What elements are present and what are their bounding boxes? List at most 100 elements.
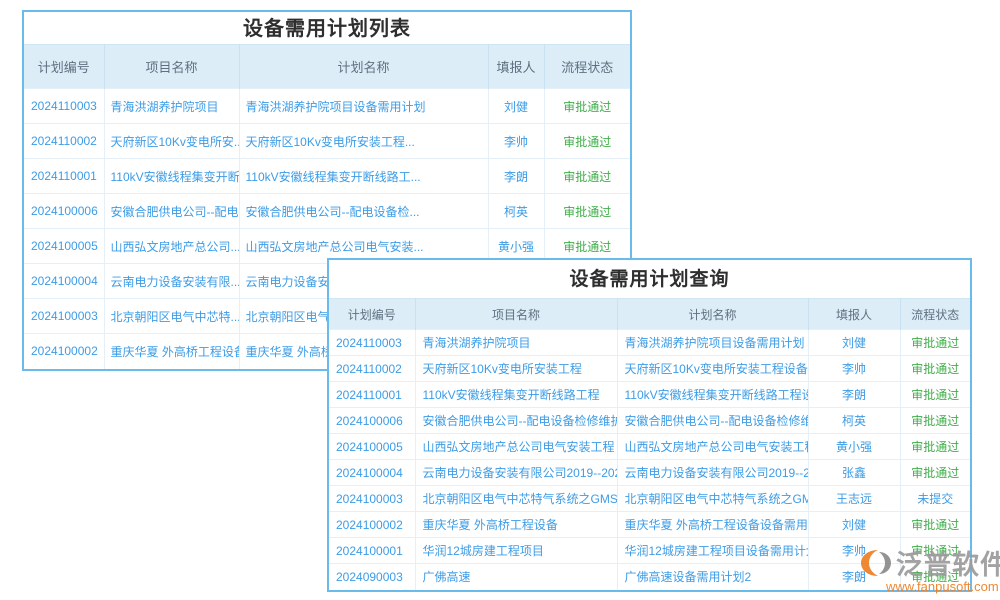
cell-project-name[interactable]: 天府新区10Kv变电所安装工程 xyxy=(415,356,617,382)
cell-project-name[interactable]: 山西弘文房地产总公司电气安装工程 xyxy=(415,434,617,460)
cell-plan-name[interactable]: 重庆华夏 外高桥工程设备设备需用计划 xyxy=(617,512,808,538)
header-row: 计划编号项目名称计划名称填报人流程状态 xyxy=(329,299,970,330)
cell-project-name[interactable]: 山西弘文房地产总公司... xyxy=(104,229,239,264)
cell-reporter: 李朗 xyxy=(808,382,900,408)
cell-status[interactable]: 审批通过 xyxy=(900,434,970,460)
cell-plan-name[interactable]: 华润12城房建工程项目设备需用计划2 xyxy=(617,538,808,564)
cell-project-name[interactable]: 北京朝阳区电气中芯特... xyxy=(104,299,239,334)
cell-project-name[interactable]: 重庆华夏 外高桥工程设备 xyxy=(415,512,617,538)
plan-query-title: 设备需用计划查询 xyxy=(329,260,970,298)
cell-plan-id[interactable]: 2024100003 xyxy=(329,486,415,512)
table-row[interactable]: 2024100006安徽合肥供电公司--配电设备检修维护安徽合肥供电公司--配电… xyxy=(329,408,970,434)
table-row[interactable]: 2024110003青海洪湖养护院项目青海洪湖养护院项目设备需用计划刘健审批通过 xyxy=(24,89,630,124)
cell-plan-id[interactable]: 2024110003 xyxy=(24,89,104,124)
cell-status[interactable]: 审批通过 xyxy=(900,460,970,486)
cell-plan-id[interactable]: 2024100006 xyxy=(329,408,415,434)
cell-status[interactable]: 审批通过 xyxy=(544,89,630,124)
cell-project-name[interactable]: 华润12城房建工程项目 xyxy=(415,538,617,564)
page: 设备需用计划列表 计划编号项目名称计划名称填报人流程状态2024110003青海… xyxy=(0,0,1000,600)
cell-plan-name[interactable]: 山西弘文房地产总公司电气安装工程设备需用计划 xyxy=(617,434,808,460)
cell-reporter: 刘健 xyxy=(488,89,544,124)
column-header-1: 项目名称 xyxy=(104,45,239,89)
table-row[interactable]: 2024100002重庆华夏 外高桥工程设备重庆华夏 外高桥工程设备设备需用计划… xyxy=(329,512,970,538)
cell-project-name[interactable]: 青海洪湖养护院项目 xyxy=(104,89,239,124)
cell-plan-id[interactable]: 2024100006 xyxy=(24,194,104,229)
cell-project-name[interactable]: 安徽合肥供电公司--配电... xyxy=(104,194,239,229)
cell-reporter: 柯英 xyxy=(488,194,544,229)
table-row[interactable]: 2024110002天府新区10Kv变电所安...天府新区10Kv变电所安装工程… xyxy=(24,124,630,159)
table-row[interactable]: 2024100006安徽合肥供电公司--配电...安徽合肥供电公司--配电设备检… xyxy=(24,194,630,229)
table-row[interactable]: 2024110001110kV安徽线程集变开断线路工程110kV安徽线程集变开断… xyxy=(329,382,970,408)
plan-list-title: 设备需用计划列表 xyxy=(24,12,630,44)
cell-reporter: 刘健 xyxy=(808,330,900,356)
cell-plan-name[interactable]: 安徽合肥供电公司--配电设备检修维护设备需用计划 xyxy=(617,408,808,434)
cell-reporter: 李朗 xyxy=(488,159,544,194)
cell-plan-name[interactable]: 青海洪湖养护院项目设备需用计划 xyxy=(239,89,488,124)
cell-plan-name[interactable]: 青海洪湖养护院项目设备需用计划 xyxy=(617,330,808,356)
cell-plan-id[interactable]: 2024100004 xyxy=(24,264,104,299)
cell-project-name[interactable]: 广佛高速 xyxy=(415,564,617,590)
cell-plan-id[interactable]: 2024100003 xyxy=(24,299,104,334)
cell-reporter: 李帅 xyxy=(488,124,544,159)
cell-plan-name[interactable]: 110kV安徽线程集变开断线路工程设备需用计划 xyxy=(617,382,808,408)
cell-plan-id[interactable]: 2024110002 xyxy=(24,124,104,159)
cell-plan-id[interactable]: 2024100001 xyxy=(329,538,415,564)
column-header-0: 计划编号 xyxy=(24,45,104,89)
table-row[interactable]: 2024100003北京朝阳区电气中芯特气系统之GMS北京朝阳区电气中芯特气系统… xyxy=(329,486,970,512)
cell-status[interactable]: 审批通过 xyxy=(900,356,970,382)
cell-project-name[interactable]: 北京朝阳区电气中芯特气系统之GMS xyxy=(415,486,617,512)
cell-plan-id[interactable]: 2024100005 xyxy=(24,229,104,264)
cell-project-name[interactable]: 110kV安徽线程集变开断... xyxy=(104,159,239,194)
cell-plan-id[interactable]: 2024110001 xyxy=(329,382,415,408)
cell-plan-id[interactable]: 2024100002 xyxy=(329,512,415,538)
cell-plan-name[interactable]: 安徽合肥供电公司--配电设备检... xyxy=(239,194,488,229)
cell-plan-name[interactable]: 云南电力设备安装有限公司2019--2024设备需用计划 xyxy=(617,460,808,486)
cell-plan-id[interactable]: 2024110003 xyxy=(329,330,415,356)
cell-plan-id[interactable]: 2024110002 xyxy=(329,356,415,382)
cell-status[interactable]: 审批通过 xyxy=(544,159,630,194)
column-header-4: 流程状态 xyxy=(900,299,970,330)
cell-project-name[interactable]: 重庆华夏 外高桥工程设备 xyxy=(104,334,239,369)
cell-plan-name[interactable]: 北京朝阳区电气中芯特气系统之GMS设备需用计划 xyxy=(617,486,808,512)
cell-project-name[interactable]: 110kV安徽线程集变开断线路工程 xyxy=(415,382,617,408)
table-row[interactable]: 2024100004云南电力设备安装有限公司2019--2024云南电力设备安装… xyxy=(329,460,970,486)
cell-reporter: 刘健 xyxy=(808,512,900,538)
watermark-brand: 泛普软件 xyxy=(896,543,1000,582)
cell-plan-name[interactable]: 天府新区10Kv变电所安装工程... xyxy=(239,124,488,159)
column-header-0: 计划编号 xyxy=(329,299,415,330)
cell-status[interactable]: 审批通过 xyxy=(900,512,970,538)
cell-project-name[interactable]: 云南电力设备安装有限公司2019--2024 xyxy=(415,460,617,486)
plan-query-window: 设备需用计划查询 计划编号项目名称计划名称填报人流程状态2024110003青海… xyxy=(327,258,972,592)
column-header-1: 项目名称 xyxy=(415,299,617,330)
cell-status[interactable]: 审批通过 xyxy=(900,382,970,408)
cell-plan-id[interactable]: 2024100005 xyxy=(329,434,415,460)
watermark-url: www.fanpusoft.com xyxy=(858,579,1000,594)
cell-plan-id[interactable]: 2024100002 xyxy=(24,334,104,369)
column-header-4: 流程状态 xyxy=(544,45,630,89)
cell-reporter: 柯英 xyxy=(808,408,900,434)
table-row[interactable]: 2024110001110kV安徽线程集变开断...110kV安徽线程集变开断线… xyxy=(24,159,630,194)
cell-plan-id[interactable]: 2024110001 xyxy=(24,159,104,194)
table-row[interactable]: 2024110003青海洪湖养护院项目青海洪湖养护院项目设备需用计划刘健审批通过 xyxy=(329,330,970,356)
cell-plan-id[interactable]: 2024090003 xyxy=(329,564,415,590)
cell-reporter: 王志远 xyxy=(808,486,900,512)
cell-plan-id[interactable]: 2024100004 xyxy=(329,460,415,486)
column-header-3: 填报人 xyxy=(488,45,544,89)
cell-plan-name[interactable]: 110kV安徽线程集变开断线路工... xyxy=(239,159,488,194)
cell-plan-name[interactable]: 广佛高速设备需用计划2 xyxy=(617,564,808,590)
cell-reporter: 张鑫 xyxy=(808,460,900,486)
table-row[interactable]: 2024110002天府新区10Kv变电所安装工程天府新区10Kv变电所安装工程… xyxy=(329,356,970,382)
cell-status[interactable]: 审批通过 xyxy=(900,408,970,434)
cell-project-name[interactable]: 天府新区10Kv变电所安... xyxy=(104,124,239,159)
cell-status[interactable]: 审批通过 xyxy=(544,194,630,229)
cell-status[interactable]: 审批通过 xyxy=(544,124,630,159)
cell-status[interactable]: 审批通过 xyxy=(900,330,970,356)
cell-status[interactable]: 未提交 xyxy=(900,486,970,512)
cell-project-name[interactable]: 安徽合肥供电公司--配电设备检修维护 xyxy=(415,408,617,434)
cell-plan-name[interactable]: 天府新区10Kv变电所安装工程设备需用计划 xyxy=(617,356,808,382)
header-row: 计划编号项目名称计划名称填报人流程状态 xyxy=(24,45,630,89)
cell-project-name[interactable]: 云南电力设备安装有限... xyxy=(104,264,239,299)
table-row[interactable]: 2024100005山西弘文房地产总公司电气安装工程山西弘文房地产总公司电气安装… xyxy=(329,434,970,460)
fanpu-logo-icon xyxy=(858,548,894,578)
cell-project-name[interactable]: 青海洪湖养护院项目 xyxy=(415,330,617,356)
